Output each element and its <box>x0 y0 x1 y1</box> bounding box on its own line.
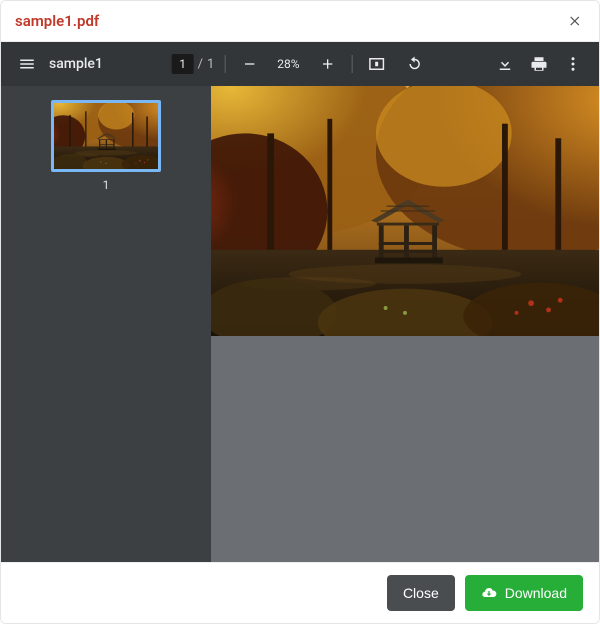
thumbnail-page-1[interactable] <box>51 100 161 172</box>
modal-title: sample1.pdf <box>15 12 99 30</box>
page-current-input[interactable]: 1 <box>172 54 194 74</box>
thumbnail-label: 1 <box>103 178 110 192</box>
toolbar-right <box>491 50 587 78</box>
modal-footer: Close Download <box>1 562 599 623</box>
more-button[interactable] <box>559 50 587 78</box>
toolbar-separator <box>351 55 352 73</box>
rotate-icon <box>405 55 423 73</box>
rotate-button[interactable] <box>400 50 428 78</box>
modal-close-button[interactable] <box>565 11 585 31</box>
thumbnail-item[interactable]: 1 <box>51 100 161 192</box>
close-button-label: Close <box>403 585 439 601</box>
close-button[interactable]: Close <box>387 575 455 611</box>
minus-icon <box>241 56 257 72</box>
thumbnail-sidebar[interactable]: 1 <box>1 86 211 562</box>
download-button-label: Download <box>505 585 567 601</box>
close-icon <box>568 14 582 28</box>
page-image <box>211 86 599 336</box>
zoom-level[interactable]: 28% <box>273 57 303 71</box>
menu-icon <box>18 55 36 73</box>
menu-button[interactable] <box>13 50 41 78</box>
zoom-in-button[interactable] <box>313 50 341 78</box>
pdf-page-1 <box>211 86 599 336</box>
cloud-download-icon <box>481 585 497 601</box>
fit-page-icon <box>367 55 385 73</box>
print-icon <box>530 55 548 73</box>
more-vert-icon <box>564 55 582 73</box>
pdf-preview-modal: sample1.pdf sample1 1 / 1 28% <box>0 0 600 624</box>
download-button[interactable] <box>491 50 519 78</box>
plus-icon <box>319 56 335 72</box>
fit-page-button[interactable] <box>362 50 390 78</box>
download-icon <box>496 55 514 73</box>
print-button[interactable] <box>525 50 553 78</box>
pdf-canvas[interactable] <box>211 86 599 562</box>
page-separator: / <box>198 57 203 72</box>
download-button-footer[interactable]: Download <box>465 575 583 611</box>
zoom-out-button[interactable] <box>235 50 263 78</box>
document-title: sample1 <box>49 56 103 72</box>
toolbar-center: 1 / 1 28% <box>172 50 429 78</box>
page-indicator: 1 / 1 <box>172 54 215 74</box>
pdf-toolbar: sample1 1 / 1 28% <box>1 42 599 86</box>
pdf-viewer: 1 <box>1 86 599 562</box>
thumbnail-image <box>54 103 158 169</box>
page-total: 1 <box>207 57 214 72</box>
modal-header: sample1.pdf <box>1 1 599 42</box>
toolbar-separator <box>224 55 225 73</box>
